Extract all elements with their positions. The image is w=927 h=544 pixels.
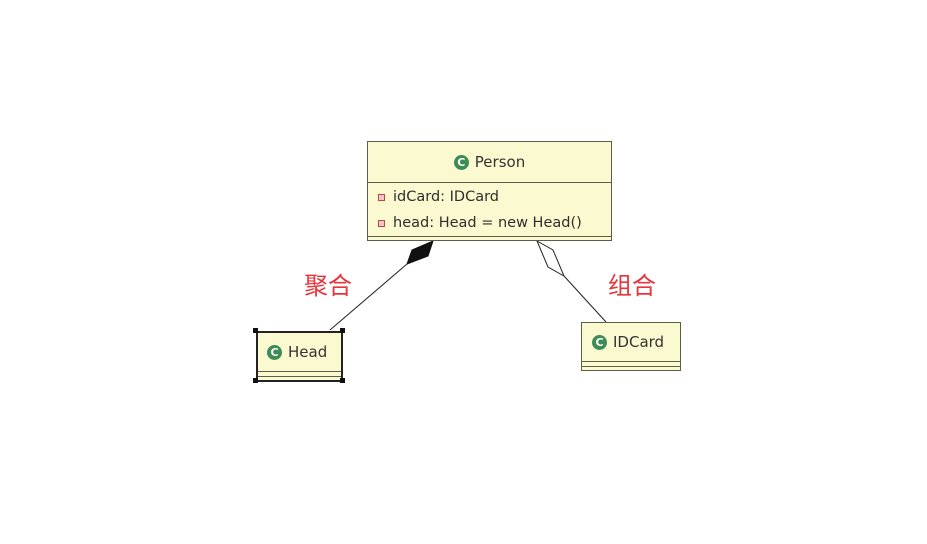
class-person-name: Person: [474, 153, 526, 171]
class-idcard-name: IDCard: [613, 333, 665, 351]
private-field-icon: [378, 219, 385, 227]
class-head[interactable]: C Head: [256, 331, 343, 382]
private-field-icon: [378, 193, 385, 201]
class-person-attributes: idCard: IDCard head: Head = new Head(): [368, 182, 611, 236]
attribute-row[interactable]: head: Head = new Head(): [368, 210, 611, 236]
relationship-lines: [329, 239, 607, 331]
class-idcard-header: C IDCard: [582, 323, 680, 361]
class-icon: C: [592, 334, 607, 350]
selection-handle[interactable]: [340, 328, 345, 333]
selection-handle[interactable]: [253, 328, 258, 333]
class-head-operations: [258, 376, 341, 380]
attribute-row[interactable]: idCard: IDCard: [368, 184, 611, 210]
attribute-text: head: Head = new Head(): [393, 215, 582, 231]
class-person[interactable]: C Person idCard: IDCard head: Head = new…: [367, 141, 612, 241]
class-icon: C: [453, 154, 469, 170]
selection-handle[interactable]: [340, 378, 345, 383]
attribute-text: idCard: IDCard: [393, 189, 500, 205]
class-person-header: C Person: [368, 142, 611, 182]
hollow-diamond-marker: [535, 239, 566, 278]
selection-handle[interactable]: [253, 378, 258, 383]
class-person-operations: [368, 236, 611, 241]
composition-line[interactable]: [563, 275, 607, 323]
composition-label: 组合: [608, 272, 656, 300]
uml-diagram-canvas: C Person idCard: IDCard head: Head = new…: [0, 0, 927, 544]
filled-diamond-marker: [406, 240, 434, 265]
class-icon: C: [267, 344, 282, 360]
class-head-header: C Head: [258, 333, 341, 371]
aggregation-label: 聚合: [304, 272, 352, 300]
class-head-name: Head: [288, 343, 328, 361]
class-idcard[interactable]: C IDCard: [581, 322, 681, 371]
class-idcard-operations: [582, 366, 680, 370]
